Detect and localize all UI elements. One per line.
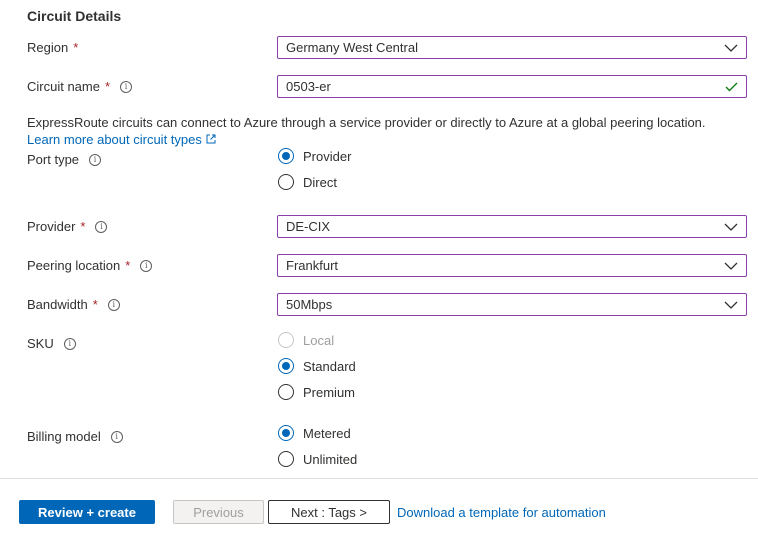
circuit-details-form: Circuit Details Region * Germany West Ce… xyxy=(0,0,758,541)
info-icon[interactable]: i xyxy=(140,259,153,272)
bandwidth-value: 50Mbps xyxy=(286,297,333,312)
chevron-down-icon xyxy=(720,255,742,277)
sku-standard-radio[interactable]: Standard xyxy=(278,358,356,374)
radio-checked[interactable] xyxy=(278,425,294,441)
bandwidth-label: Bandwidth * i xyxy=(27,297,120,312)
required-asterisk: * xyxy=(80,219,86,234)
checkmark-icon xyxy=(720,76,742,98)
sku-local-radio: Local xyxy=(278,332,334,348)
circuit-name-input[interactable]: 0503-er xyxy=(277,75,747,98)
billing-model-label: Billing model i xyxy=(27,429,123,444)
peering-location-value: Frankfurt xyxy=(286,258,339,273)
circuit-name-value: 0503-er xyxy=(286,79,331,94)
radio-disabled xyxy=(278,332,294,348)
info-icon[interactable]: i xyxy=(120,80,133,93)
provider-dropdown[interactable]: DE-CIX xyxy=(277,215,747,238)
next-tags-button[interactable]: Next : Tags > xyxy=(268,500,390,524)
region-dropdown[interactable]: Germany West Central xyxy=(277,36,747,59)
port-type-provider-radio[interactable]: Provider xyxy=(278,148,351,164)
required-asterisk: * xyxy=(92,297,98,312)
provider-label: Provider * i xyxy=(27,219,108,234)
info-icon[interactable]: i xyxy=(107,298,120,311)
required-asterisk: * xyxy=(125,258,131,273)
required-asterisk: * xyxy=(73,40,79,55)
sku-label: SKU i xyxy=(27,336,76,351)
region-value: Germany West Central xyxy=(286,40,418,55)
download-template-link[interactable]: Download a template for automation xyxy=(397,500,606,524)
circuit-name-label: Circuit name * i xyxy=(27,79,133,94)
billing-unlimited-radio[interactable]: Unlimited xyxy=(278,451,357,467)
radio-unchecked[interactable] xyxy=(278,451,294,467)
external-link-icon xyxy=(206,132,216,147)
footer-bar: Review + create Previous Next : Tags > D… xyxy=(0,478,758,541)
chevron-down-icon xyxy=(720,216,742,238)
port-type-label: Port type i xyxy=(27,152,102,167)
info-icon[interactable]: i xyxy=(89,153,102,166)
learn-more-link[interactable]: Learn more about circuit types xyxy=(27,132,216,147)
region-label: Region * xyxy=(27,40,79,55)
peering-location-label: Peering location * i xyxy=(27,258,153,273)
previous-button: Previous xyxy=(173,500,264,524)
chevron-down-icon xyxy=(720,294,742,316)
peering-location-dropdown[interactable]: Frankfurt xyxy=(277,254,747,277)
info-icon[interactable]: i xyxy=(110,430,123,443)
review-create-button[interactable]: Review + create xyxy=(19,500,155,524)
billing-metered-radio[interactable]: Metered xyxy=(278,425,351,441)
info-icon[interactable]: i xyxy=(63,337,76,350)
radio-unchecked[interactable] xyxy=(278,384,294,400)
radio-checked[interactable] xyxy=(278,148,294,164)
required-asterisk: * xyxy=(104,79,111,94)
chevron-down-icon xyxy=(720,37,742,59)
bandwidth-dropdown[interactable]: 50Mbps xyxy=(277,293,747,316)
section-title: Circuit Details xyxy=(27,8,122,24)
sku-premium-radio[interactable]: Premium xyxy=(278,384,355,400)
circuit-description: ExpressRoute circuits can connect to Azu… xyxy=(27,115,706,130)
radio-unchecked[interactable] xyxy=(278,174,294,190)
info-icon[interactable]: i xyxy=(95,220,108,233)
radio-checked[interactable] xyxy=(278,358,294,374)
provider-value: DE-CIX xyxy=(286,219,331,234)
port-type-direct-radio[interactable]: Direct xyxy=(278,174,337,190)
